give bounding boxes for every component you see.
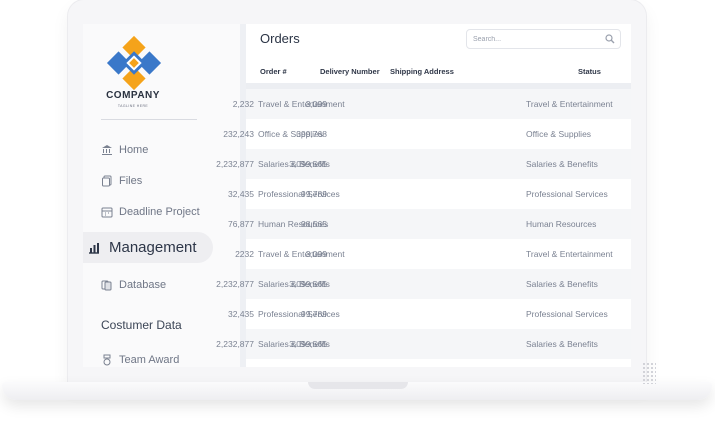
table-cell: Office & Supplies — [526, 129, 592, 139]
table-cell: 3,099 — [305, 249, 327, 259]
sidebar-item-team-award[interactable]: Team Award — [83, 347, 179, 367]
search-icon[interactable] — [605, 34, 615, 44]
sidebar-item-label: Management — [109, 239, 197, 256]
table-row[interactable]: Office & Supplies 232,243 399,768 Office & … — [223, 119, 631, 149]
table-row[interactable]: Salaries & Benefits 2,232,877 3,099,565 Sal… — [216, 269, 631, 299]
column-header-order[interactable]: Order # — [260, 67, 287, 76]
table-row[interactable]: Salaries & Benefits 2,232,877 3,099,565 Sal… — [216, 149, 631, 179]
table-cell: 76,877 — [228, 219, 254, 229]
decorative-dots — [642, 362, 656, 384]
table-cell: Professional Services — [258, 189, 340, 199]
table-cell: Salaries & Benefits — [526, 339, 598, 349]
table-cell: 2,232,877 — [216, 339, 254, 349]
sidebar-item-label: Team Award — [119, 354, 180, 366]
table-cell: Travel & Entertainment — [526, 99, 613, 109]
table-cell: Human Resources — [526, 219, 597, 229]
table-cell: Travel & Entertainment — [258, 249, 345, 259]
column-header-delivery-number[interactable]: Delivery Number — [320, 67, 380, 76]
sidebar-item-files[interactable]: Files — [83, 168, 142, 194]
table-cell: 399,768 — [296, 129, 327, 139]
sidebar-item-home[interactable]: Home — [83, 137, 148, 163]
orders-panel: Orders Order # Delivery Number Shipping … — [216, 24, 631, 367]
app-screen: COMPANY TAGLINE HERE Home Files Deadline… — [83, 24, 631, 367]
table-cell: 2,232,877 — [216, 159, 254, 169]
calendar-icon — [101, 206, 113, 218]
sidebar-item-deadline-project[interactable]: Deadline Project — [83, 199, 200, 225]
section-title-costumer-data: Costumer Data — [101, 318, 182, 332]
files-icon — [101, 175, 113, 187]
table-cell: Professional Services — [258, 309, 340, 319]
table-cell: 32,435 — [228, 309, 254, 319]
chart-icon — [87, 241, 101, 255]
laptop-notch — [308, 382, 408, 389]
search-input[interactable] — [473, 35, 605, 43]
column-header-shipping-address[interactable]: Shipping Address — [390, 67, 454, 76]
column-header-status[interactable]: Status — [578, 67, 601, 76]
sidebar-item-label: Files — [119, 175, 143, 187]
orders-table-body: Travel & Entertainment 2,232 3,099 Travel &… — [216, 89, 631, 359]
table-header: Order # Delivery Number Shipping Address… — [246, 67, 631, 83]
sidebar: COMPANY TAGLINE HERE Home Files Deadline… — [83, 24, 246, 367]
table-cell: 2232 — [235, 249, 254, 259]
table-cell: Salaries & Benefits — [526, 279, 598, 289]
table-row[interactable]: Salaries & Benefits 2,232,877 3,099,565 Sal… — [216, 329, 631, 359]
bank-icon — [101, 144, 113, 156]
company-name: COMPANY — [106, 90, 160, 101]
table-cell: 2,232 — [232, 99, 254, 109]
sidebar-item-label: Database — [119, 279, 167, 291]
search-box[interactable] — [466, 29, 621, 49]
table-cell: 3,099,565 — [289, 279, 327, 289]
sidebar-item-label: Deadline Project — [119, 206, 200, 218]
company-tagline: TAGLINE HERE — [117, 104, 149, 108]
table-row[interactable]: Travel & Entertainment 2232 3,099 Travel & … — [235, 239, 631, 269]
sidebar-item-label: Home — [119, 144, 149, 156]
table-cell: 3,099 — [305, 99, 327, 109]
table-cell: 98,565 — [301, 219, 327, 229]
table-cell: Travel & Entertainment — [526, 249, 613, 259]
table-cell: Professional Services — [526, 189, 608, 199]
table-cell: 99,789 — [301, 189, 327, 199]
table-cell: Salaries & Benefits — [526, 159, 598, 169]
sidebar-divider — [101, 119, 197, 120]
table-row[interactable]: Human Resources 76,877 98,565 Human Resourc… — [228, 209, 631, 239]
table-row[interactable]: Travel & Entertainment 2,232 3,099 Travel &… — [233, 89, 631, 119]
table-cell: 2,232,877 — [216, 279, 254, 289]
table-cell: 3,099,565 — [289, 339, 327, 349]
table-row[interactable]: Professional Services 32,435 99,789 Profess… — [228, 179, 631, 209]
database-icon — [101, 279, 113, 291]
sidebar-item-database[interactable]: Database — [83, 272, 166, 298]
table-cell: 32,435 — [228, 189, 254, 199]
table-cell: Travel & Entertainment — [258, 99, 345, 109]
award-icon — [101, 354, 113, 366]
table-cell: 232,243 — [223, 129, 254, 139]
page-title: Orders — [260, 31, 300, 46]
table-row[interactable]: Professional Services 32,435 99,789 Profess… — [228, 299, 631, 329]
table-cell: Professional Services — [526, 309, 608, 319]
company-logo-icon — [106, 35, 162, 91]
table-cell: 3,099,565 — [289, 159, 327, 169]
sidebar-item-management[interactable]: Management — [83, 232, 213, 263]
table-cell: 99,789 — [301, 309, 327, 319]
